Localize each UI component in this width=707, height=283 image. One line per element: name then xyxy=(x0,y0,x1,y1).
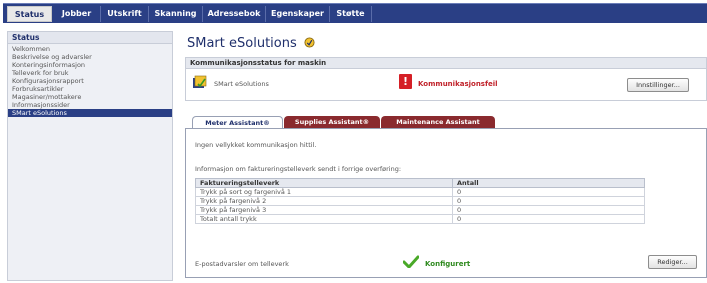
nav-tab-status[interactable]: Status xyxy=(7,6,52,22)
table-cell-count: 0 xyxy=(452,205,645,215)
error-exclamation-icon: ! xyxy=(399,74,412,89)
sidebar-title: Status xyxy=(8,32,172,44)
page-title: SMart eSolutions xyxy=(187,36,315,51)
smart-esolutions-icon xyxy=(304,37,315,48)
edit-button[interactable]: Rediger... xyxy=(648,255,697,269)
communication-message: Ingen vellykket kommunikasjon hittil. xyxy=(195,141,317,149)
tab-maintenance-assistant[interactable]: Maintenance Assistant xyxy=(381,116,495,128)
table-cell-meter: Trykk på fargenivå 3 xyxy=(195,205,453,215)
sidebar-item-magasiner[interactable]: Magasiner/mottakere xyxy=(8,93,172,101)
table-row: Totalt antall trykk 0 xyxy=(195,214,645,224)
tab-supplies-assistant[interactable]: Supplies Assistant® xyxy=(284,116,380,128)
sidebar-item-smart-esolutions[interactable]: SMart eSolutions xyxy=(8,109,172,117)
smart-esolutions-app-icon xyxy=(193,75,207,88)
nav-tab-utskrift[interactable]: Utskrift xyxy=(101,6,149,22)
status-panel-title: Kommunikasjonsstatus for maskin xyxy=(186,58,706,69)
table-cell-meter: Trykk på fargenivå 2 xyxy=(195,196,453,206)
table-row: Trykk på sort og fargenivå 1 0 xyxy=(195,187,645,197)
sidebar-item-telleverk[interactable]: Telleverk for bruk xyxy=(8,69,172,77)
nav-tab-jobber[interactable]: Jobber xyxy=(53,6,101,22)
column-header-meter: Faktureringstelleverk xyxy=(195,178,453,188)
top-navigation: Status Jobber Utskrift Skanning Adresseb… xyxy=(3,3,707,23)
sidebar-item-velkommen[interactable]: Velkommen xyxy=(8,45,172,53)
nav-tab-stotte[interactable]: Støtte xyxy=(330,6,372,22)
table-cell-count: 0 xyxy=(452,187,645,197)
settings-button[interactable]: Innstillinger... xyxy=(627,78,689,92)
table-cell-count: 0 xyxy=(452,196,645,206)
sidebar-item-konfigurasjonsrapport[interactable]: Konfigurasjonsrapport xyxy=(8,77,172,85)
communication-status: Kommunikasjonsfeil xyxy=(418,80,498,88)
table-row: Trykk på fargenivå 2 0 xyxy=(195,196,645,206)
sidebar-item-kontering[interactable]: Konteringsinformasjon xyxy=(8,61,172,69)
table-cell-meter: Trykk på sort og fargenivå 1 xyxy=(195,187,453,197)
billing-info-text: Informasjon om faktureringstelleverk sen… xyxy=(195,165,402,173)
table-cell-count: 0 xyxy=(452,214,645,224)
checkmark-icon xyxy=(403,255,419,268)
app-label: SMart eSolutions xyxy=(214,80,269,88)
email-alerts-status: Konfigurert xyxy=(425,260,471,268)
meter-assistant-panel: Ingen vellykket kommunikasjon hittil. In… xyxy=(185,128,707,278)
billing-meter-table: Faktureringstelleverk Antall Trykk på so… xyxy=(195,178,645,224)
page-title-text: SMart eSolutions xyxy=(187,36,297,51)
machine-status-panel: Kommunikasjonsstatus for maskin SMart eS… xyxy=(185,57,707,101)
nav-tab-skanning[interactable]: Skanning xyxy=(149,6,203,22)
sidebar-item-beskrivelse[interactable]: Beskrivelse og advarsler xyxy=(8,53,172,61)
email-alerts-label: E-postadvarsler om telleverk xyxy=(195,260,289,268)
column-header-count: Antall xyxy=(452,178,645,188)
sidebar-item-forbruksartikler[interactable]: Forbruksartikler xyxy=(8,85,172,93)
table-header-row: Faktureringstelleverk Antall xyxy=(195,178,645,188)
nav-tab-egenskaper[interactable]: Egenskaper xyxy=(266,6,330,22)
sidebar-item-informasjonssider[interactable]: Informasjonssider xyxy=(8,101,172,109)
sidebar: Status Velkommen Beskrivelse og advarsle… xyxy=(7,31,173,281)
table-row: Trykk på fargenivå 3 0 xyxy=(195,205,645,215)
table-cell-meter: Totalt antall trykk xyxy=(195,214,453,224)
nav-tab-adressebok[interactable]: Adressebok xyxy=(203,6,266,22)
